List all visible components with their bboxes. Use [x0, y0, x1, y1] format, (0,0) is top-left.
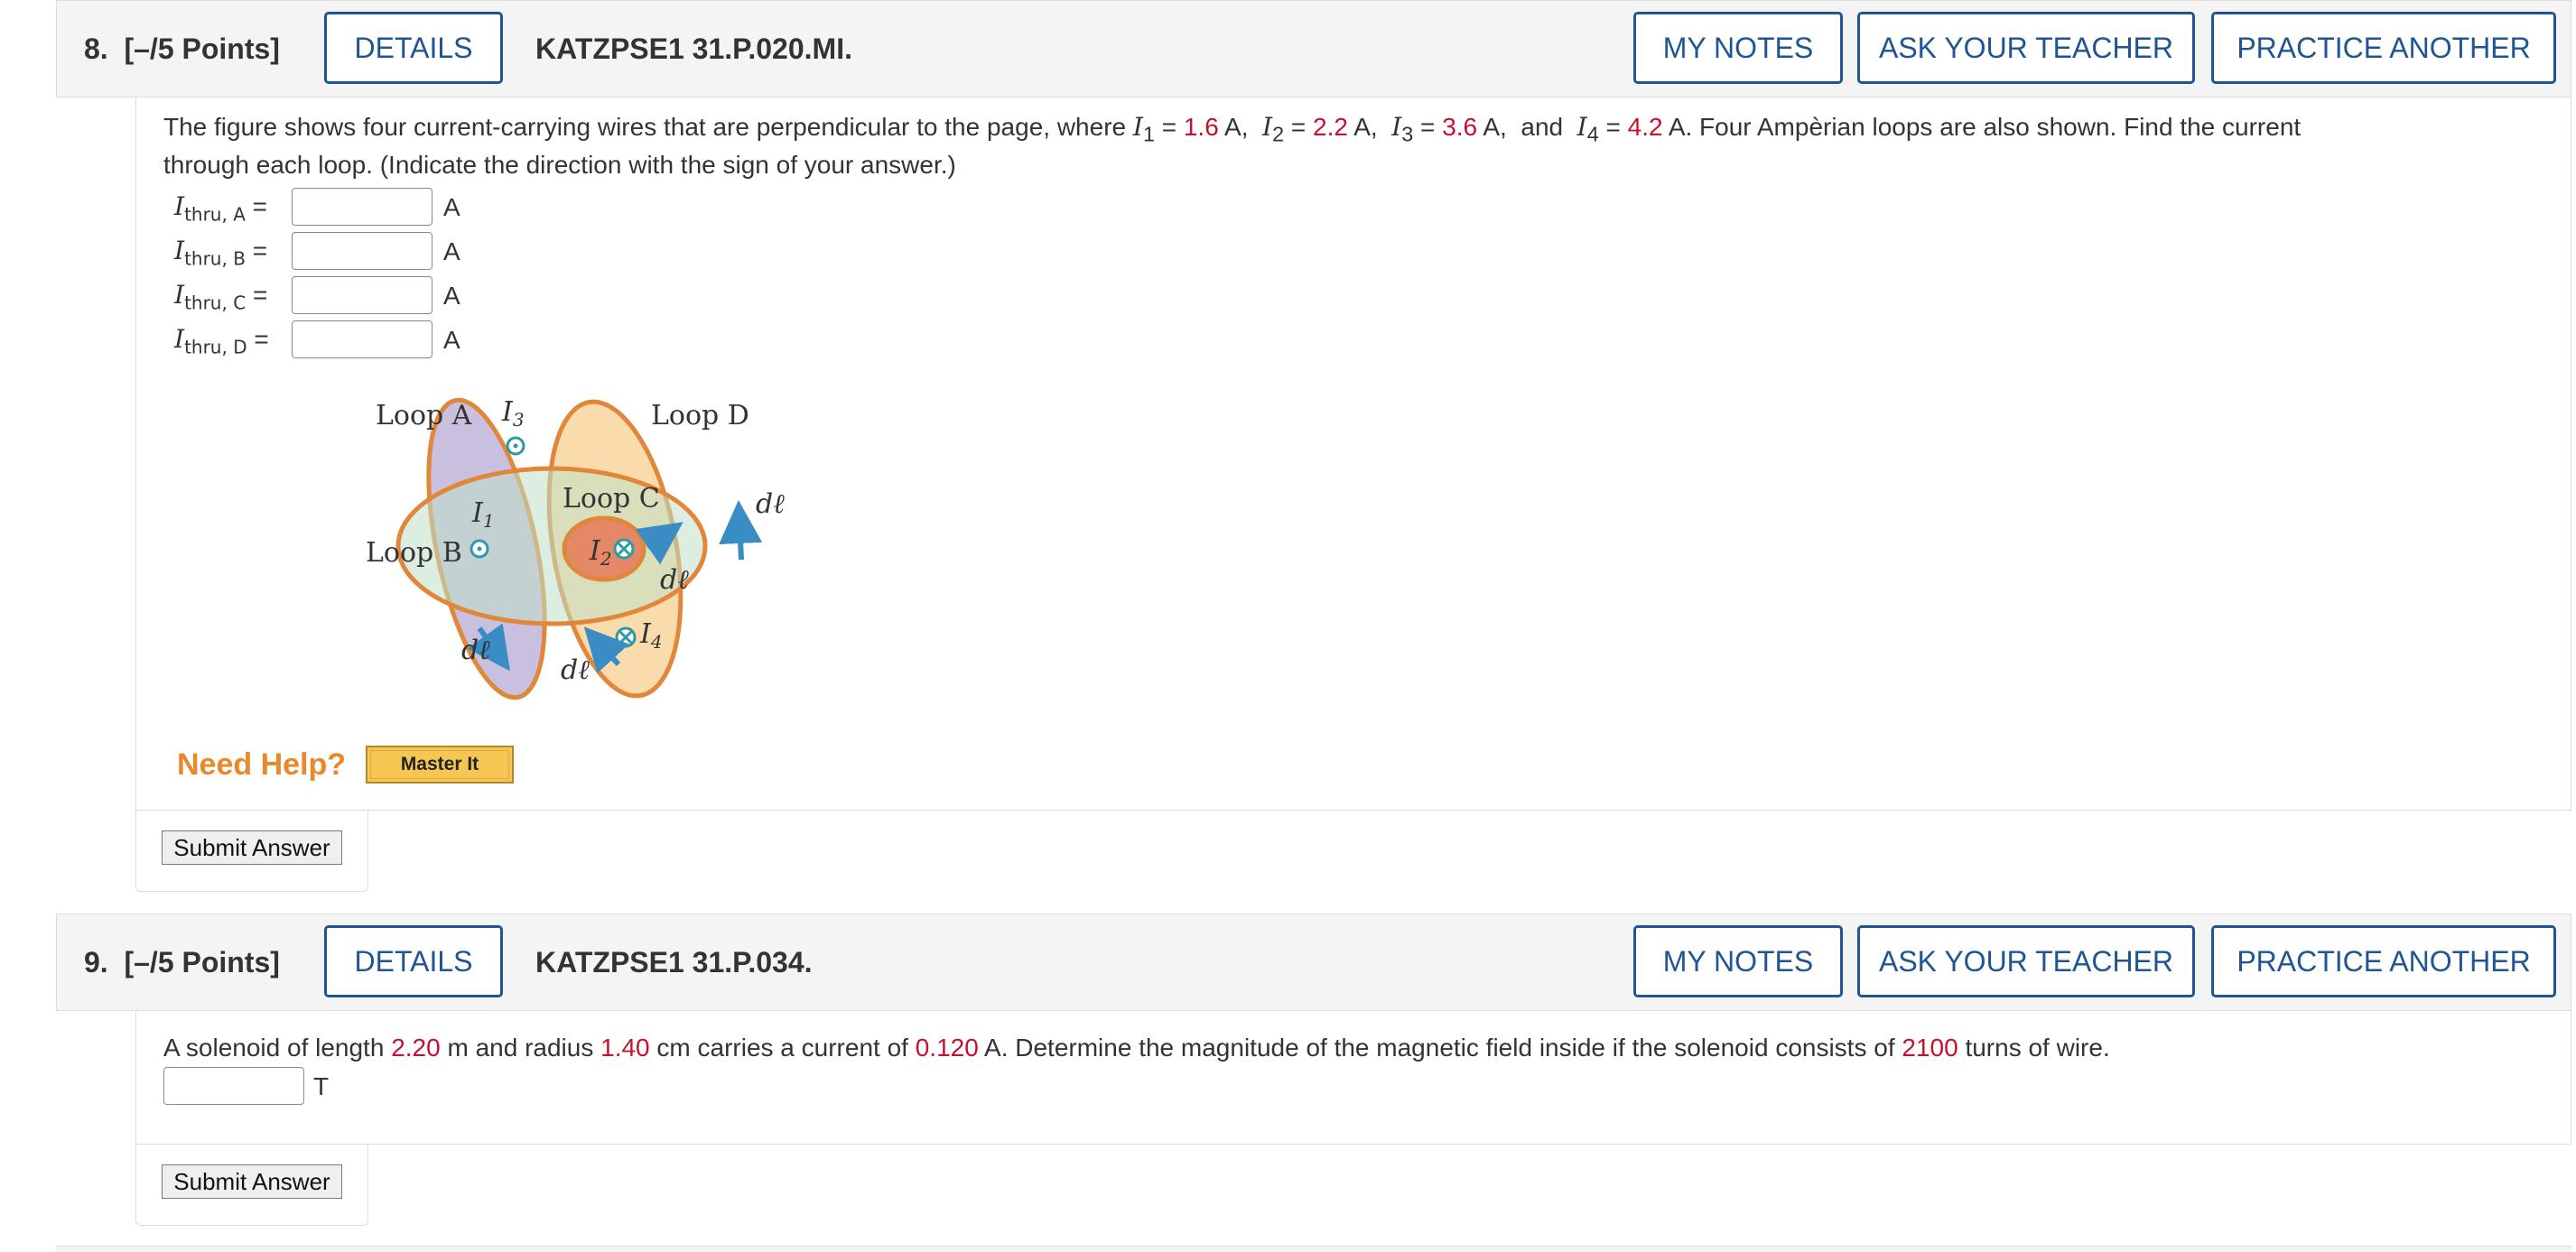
details-button[interactable]: DETAILS	[324, 925, 503, 997]
current-i3-dot-icon	[506, 436, 525, 456]
dl-label-c: dℓ	[660, 564, 689, 596]
my-notes-button[interactable]: MY NOTES	[1633, 925, 1843, 997]
answer-label: Ithru, C =	[174, 280, 268, 314]
answer-label: Ithru, A =	[174, 191, 268, 226]
submit-area-q8: Submit Answer	[135, 811, 368, 892]
my-notes-button[interactable]: MY NOTES	[1633, 12, 1843, 84]
problem-text-line-2: through each loop. (Indicate the directi…	[163, 151, 956, 179]
question-code: KATZPSE1 31.P.034.	[535, 946, 813, 978]
question-number: 8. [–/5 Points]	[84, 32, 280, 65]
amperian-loops-figure: Loop A Loop B Loop C Loop D I3 I1 I2 I4 …	[353, 388, 804, 704]
question-8-body: The figure shows four current-carrying w…	[135, 97, 2571, 811]
current-i1-dot-icon	[470, 539, 489, 559]
answer-input-field[interactable]	[163, 1067, 304, 1105]
current-i2-cross-icon	[613, 538, 635, 560]
question-number: 9. [–/5 Points]	[84, 946, 280, 978]
practice-another-button[interactable]: PRACTICE ANOTHER	[2211, 925, 2556, 997]
dl-arrow-loop-d	[719, 500, 763, 561]
loop-c-label: Loop C	[563, 483, 660, 515]
loop-a-label: Loop A	[376, 400, 472, 431]
question-8-header: 8. [–/5 Points] DETAILS KATZPSE1 31.P.02…	[56, 0, 2571, 97]
answer-input-loop-d[interactable]	[292, 320, 432, 358]
answer-input-loop-b[interactable]	[292, 232, 432, 270]
dl-label-a: dℓ	[461, 635, 490, 666]
submit-area-q9: Submit Answer	[135, 1145, 368, 1226]
problem-text: A solenoid of length 2.20 m and radius 1…	[163, 1034, 2110, 1062]
ask-your-teacher-button[interactable]: ASK YOUR TEACHER	[1857, 12, 2195, 84]
dl-label-b: dℓ	[561, 654, 590, 686]
answer-input-loop-a[interactable]	[292, 188, 432, 226]
loop-b-label: Loop B	[366, 537, 462, 569]
need-help-label: Need Help?	[177, 747, 347, 782]
submit-answer-button[interactable]: Submit Answer	[162, 1164, 342, 1199]
practice-another-button[interactable]: PRACTICE ANOTHER	[2211, 12, 2556, 84]
unit-label: A	[443, 237, 460, 265]
answer-input-loop-c[interactable]	[292, 276, 432, 314]
question-code: KATZPSE1 31.P.020.MI.	[535, 32, 852, 65]
question-9-body: A solenoid of length 2.20 m and radius 1…	[135, 1011, 2571, 1145]
submit-answer-button[interactable]: Submit Answer	[162, 830, 342, 865]
dl-label-d: dℓ	[756, 488, 785, 520]
question-9-header: 9. [–/5 Points] DETAILS KATZPSE1 31.P.03…	[56, 913, 2571, 1011]
answer-label: Ithru, B =	[174, 236, 268, 270]
unit-label: A	[443, 193, 460, 221]
answer-label: Ithru, D =	[174, 324, 269, 358]
loop-d-label: Loop D	[651, 400, 749, 431]
unit-label: A	[443, 326, 460, 354]
details-button[interactable]: DETAILS	[324, 12, 503, 84]
unit-label: T	[313, 1072, 330, 1100]
current-i4-cross-icon	[615, 626, 637, 648]
master-it-button[interactable]: Master It	[366, 746, 514, 784]
unit-label: A	[443, 282, 460, 310]
ask-your-teacher-button[interactable]: ASK YOUR TEACHER	[1857, 925, 2195, 997]
